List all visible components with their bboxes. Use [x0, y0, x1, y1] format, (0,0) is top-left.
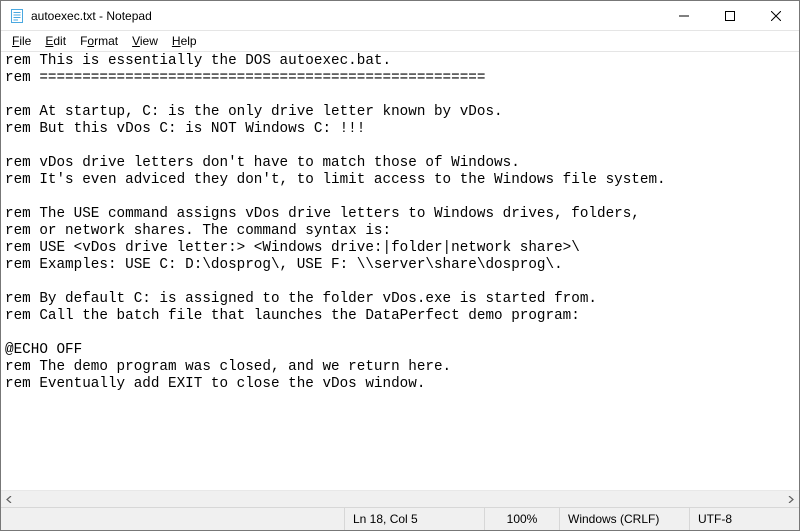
status-encoding: UTF-8 — [689, 508, 799, 530]
menubar: File Edit Format View Help — [1, 31, 799, 51]
minimize-button[interactable] — [661, 1, 707, 31]
scroll-right-arrow-icon[interactable] — [782, 491, 799, 507]
close-button[interactable] — [753, 1, 799, 31]
editor-area: rem This is essentially the DOS autoexec… — [1, 51, 799, 507]
status-position: Ln 18, Col 5 — [344, 508, 484, 530]
notepad-window: autoexec.txt - Notepad File Edit Format … — [0, 0, 800, 531]
scroll-left-arrow-icon[interactable] — [1, 491, 18, 507]
status-spacer — [1, 508, 344, 530]
statusbar: Ln 18, Col 5 100% Windows (CRLF) UTF-8 — [1, 507, 799, 530]
scrollbar-track[interactable] — [18, 491, 782, 507]
status-eol: Windows (CRLF) — [559, 508, 689, 530]
text-editor[interactable]: rem This is essentially the DOS autoexec… — [1, 52, 799, 490]
menu-format[interactable]: Format — [73, 33, 125, 49]
status-zoom: 100% — [484, 508, 559, 530]
horizontal-scrollbar[interactable] — [1, 490, 799, 507]
window-title: autoexec.txt - Notepad — [31, 9, 152, 23]
menu-file[interactable]: File — [5, 33, 38, 49]
notepad-icon — [9, 8, 25, 24]
menu-view[interactable]: View — [125, 33, 165, 49]
maximize-button[interactable] — [707, 1, 753, 31]
menu-edit[interactable]: Edit — [38, 33, 73, 49]
titlebar: autoexec.txt - Notepad — [1, 1, 799, 31]
menu-help[interactable]: Help — [165, 33, 204, 49]
